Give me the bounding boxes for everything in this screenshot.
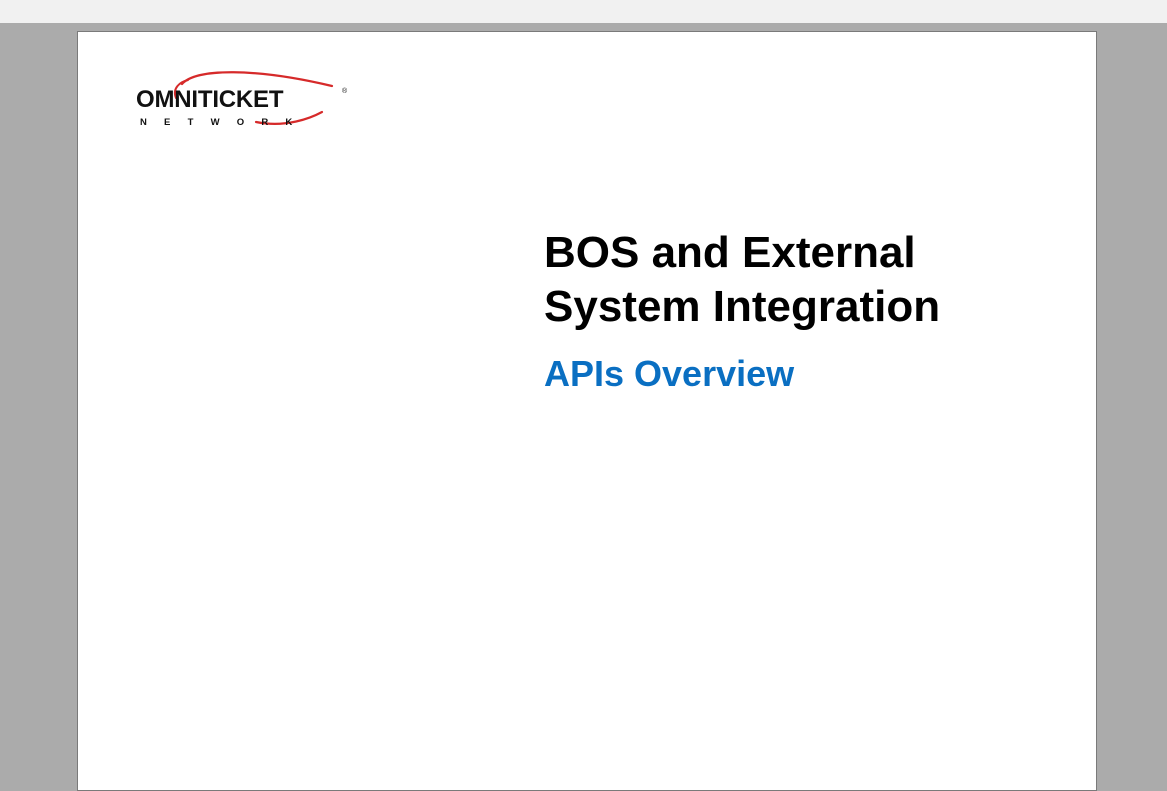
logo-registered-mark: ® bbox=[342, 88, 348, 95]
logo-subline: NETWORK bbox=[140, 117, 310, 128]
document-title: BOS and External System Integration bbox=[544, 226, 1044, 334]
title-line-1: BOS and External bbox=[544, 228, 916, 277]
logo-wordmark: OMNITICKET bbox=[136, 86, 284, 113]
omniticket-logo: OMNITICKET ® NETWORK bbox=[136, 66, 352, 138]
title-line-2: System Integration bbox=[544, 282, 941, 331]
document-page: OMNITICKET ® NETWORK BOS and External Sy… bbox=[77, 31, 1097, 791]
viewer-toolbar-strip bbox=[0, 0, 1167, 23]
document-subtitle: APIs Overview bbox=[544, 353, 795, 394]
